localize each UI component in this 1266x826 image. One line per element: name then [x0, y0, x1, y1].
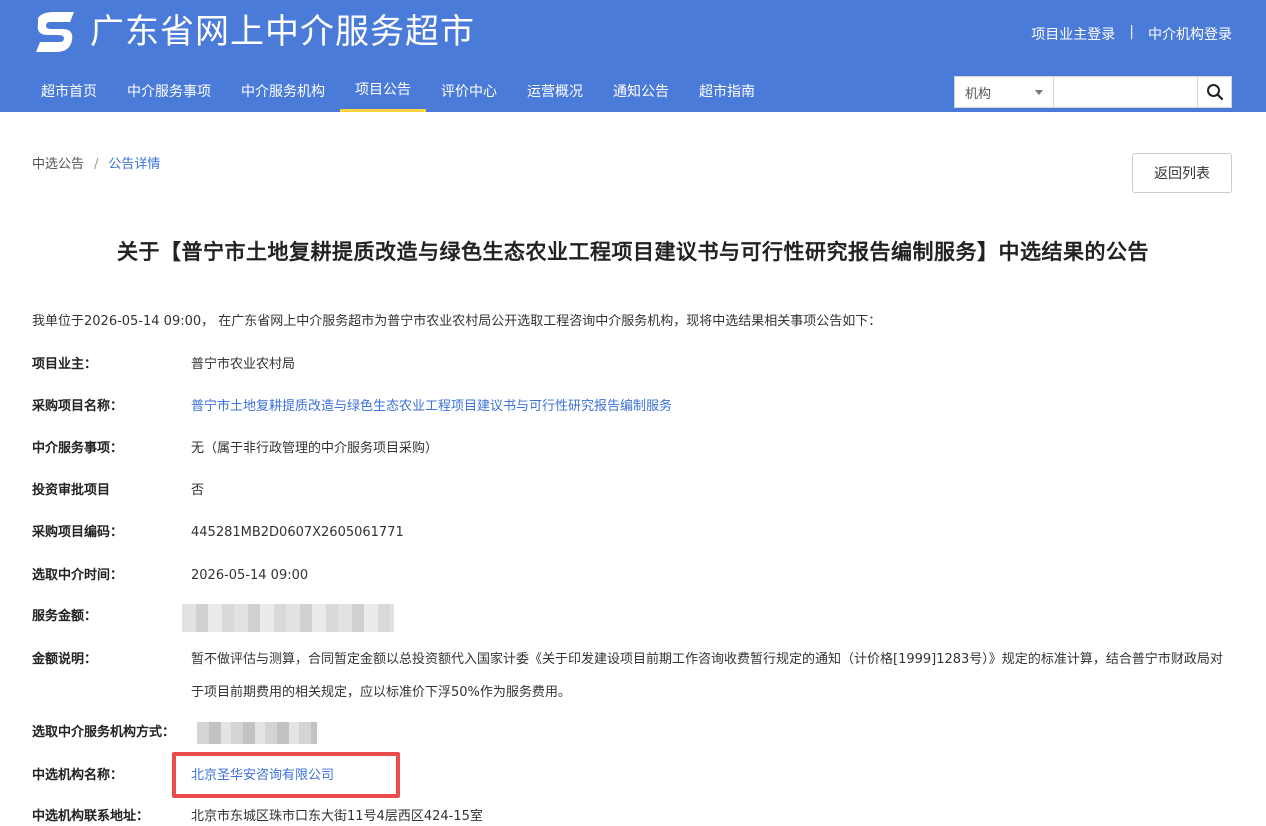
search-input[interactable]	[1054, 76, 1198, 108]
field-value: 北京市东城区珠市口东大街11号4层西区424-15室	[191, 809, 483, 824]
agency-login-link[interactable]: 中介机构登录	[1148, 24, 1232, 44]
search-bar: 机构	[954, 76, 1232, 108]
field-label: 中介服务事项：	[32, 441, 124, 456]
field-label: 选取中介时间：	[32, 568, 124, 583]
nav-item-announcements[interactable]: 通知公告	[598, 72, 684, 112]
field-label: 选取中介服务机构方式：	[32, 725, 176, 740]
nav-item-guide[interactable]: 超市指南	[684, 72, 770, 112]
site-header: 广东省网上中介服务超市 项目业主登录 | 中介机构登录 超市首页 中介服务事项 …	[0, 0, 1266, 112]
redacted-value	[182, 604, 394, 632]
main-nav: 超市首页 中介服务事项 中介服务机构 项目公告 评价中心 运营概况 通知公告 超…	[26, 72, 770, 112]
owner-login-link[interactable]: 项目业主登录	[1031, 24, 1115, 44]
nav-item-operations[interactable]: 运营概况	[512, 72, 598, 112]
field-value: 否	[191, 483, 205, 498]
field-value: 2026-05-14 09:00	[191, 568, 309, 583]
breadcrumb-separator: /	[94, 157, 99, 172]
redacted-value	[197, 722, 317, 744]
search-icon	[1206, 84, 1223, 101]
field-label: 服务金额：	[32, 609, 98, 624]
field-label: 项目业主：	[32, 357, 98, 372]
field-label: 投资审批项目	[32, 483, 111, 498]
field-value: 445281MB2D0607X2605061771	[191, 525, 404, 540]
nav-item-evaluation[interactable]: 评价中心	[426, 72, 512, 112]
field-value: 普宁市农业农村局	[191, 357, 296, 372]
back-to-list-button[interactable]: 返回列表	[1132, 153, 1232, 193]
field-label: 采购项目编码：	[32, 525, 124, 540]
notice-intro: 我单位于2026-05-14 09:00， 在广东省网上中介服务超市为普宁市农业…	[32, 314, 882, 329]
site-logo[interactable]: 广东省网上中介服务超市	[32, 10, 475, 54]
field-value: 暂不做评估与测算，合同暂定金额以总投资额代入国家计委《关于印发建设项目前期工作咨…	[191, 652, 1223, 700]
nav-item-agencies[interactable]: 中介服务机构	[226, 72, 340, 112]
nav-item-project-notices[interactable]: 项目公告	[340, 72, 426, 112]
field-value: 无（属于非行政管理的中介服务项目采购）	[191, 441, 439, 456]
search-type-select[interactable]: 机构	[954, 76, 1054, 108]
field-label: 中选机构名称：	[32, 768, 124, 783]
login-separator: |	[1129, 24, 1134, 40]
breadcrumb-current: 公告详情	[108, 157, 161, 172]
field-label: 采购项目名称：	[32, 399, 124, 414]
logo-s-icon	[36, 12, 74, 52]
login-links: 项目业主登录 | 中介机构登录	[1031, 24, 1232, 44]
caret-down-icon	[1035, 89, 1043, 95]
project-name-link[interactable]: 普宁市土地复耕提质改造与绿色生态农业工程项目建议书与可行性研究报告编制服务	[191, 398, 672, 416]
field-label: 金额说明：	[32, 652, 98, 667]
search-type-value: 机构	[965, 86, 992, 102]
breadcrumb-parent[interactable]: 中选公告	[32, 157, 84, 172]
highlight-box	[172, 752, 400, 798]
nav-item-service-items[interactable]: 中介服务事项	[112, 72, 226, 112]
search-button[interactable]	[1198, 76, 1232, 108]
nav-item-home[interactable]: 超市首页	[26, 72, 112, 112]
breadcrumb: 中选公告 / 公告详情	[32, 153, 160, 172]
field-label: 中选机构联系地址：	[32, 809, 150, 824]
notice-title: 关于【普宁市土地复耕提质改造与绿色生态农业工程项目建议书与可行性研究报告编制服务…	[117, 240, 1149, 264]
site-title: 广东省网上中介服务超市	[90, 12, 475, 52]
